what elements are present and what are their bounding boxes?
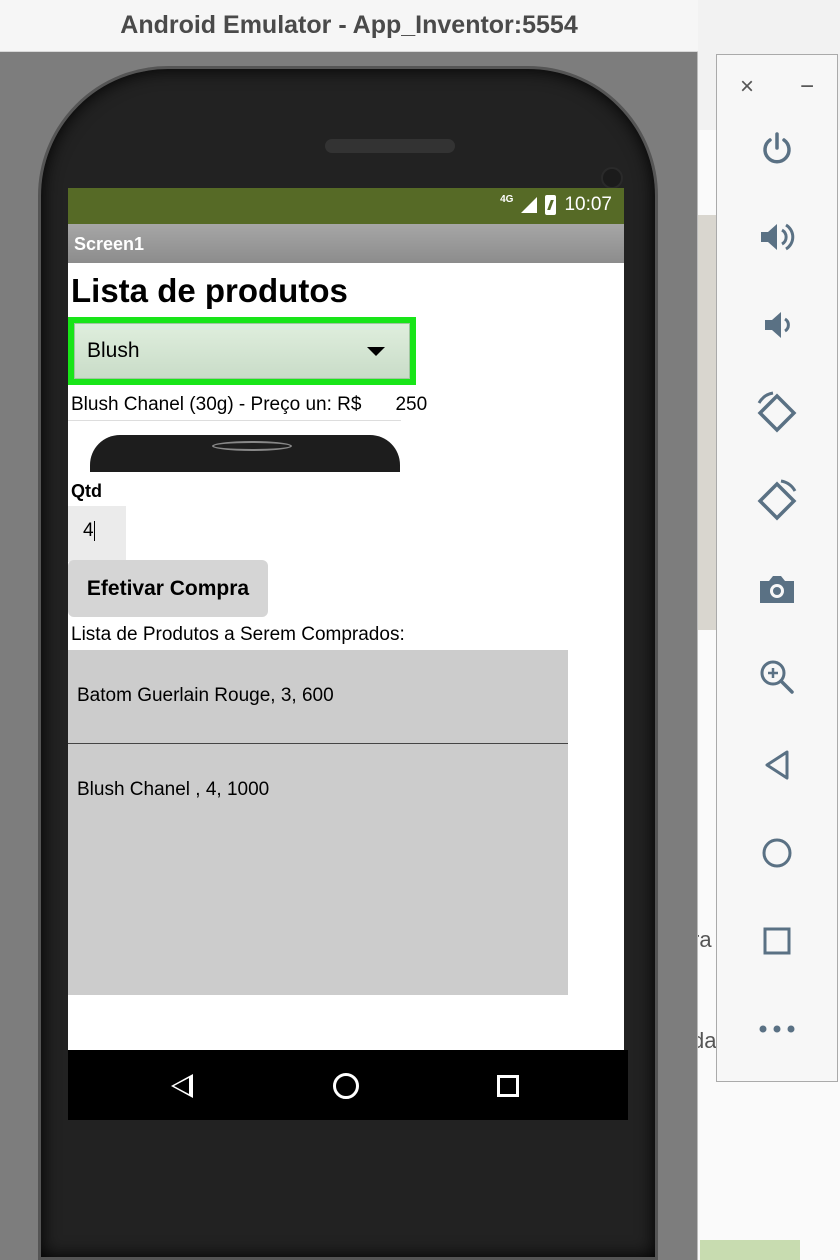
signal-icon — [521, 197, 538, 213]
rotate-left-icon[interactable] — [747, 383, 807, 443]
emulator-titlebar[interactable]: Android Emulator - App_Inventor:5554 — [0, 0, 698, 52]
status-time: 10:07 — [564, 194, 612, 215]
caret-down-icon — [367, 346, 385, 356]
quantity-input[interactable]: 4 — [68, 506, 126, 562]
emulator-toolbar: × − — [716, 54, 838, 1082]
list-item[interactable]: Batom Guerlain Rouge, 3, 600 — [68, 650, 568, 744]
phone-screen: 4G 10:07 Screen1 Lista de produtos Blush… — [68, 188, 624, 1050]
close-icon[interactable]: × — [740, 73, 754, 101]
power-icon[interactable] — [747, 119, 807, 179]
nav-back-icon[interactable] — [171, 1074, 193, 1098]
back-icon[interactable] — [747, 735, 807, 795]
status-bar: 4G 10:07 — [68, 188, 624, 224]
product-info: Blush Chanel (30g) - Preço un: R$ 250 — [71, 394, 427, 416]
page-title: Lista de produtos — [71, 272, 348, 309]
quantity-value: 4 — [83, 520, 94, 541]
screen-title: Screen1 — [74, 234, 145, 254]
quantity-label: Qtd — [71, 481, 102, 501]
network-type: 4G — [500, 193, 514, 205]
rotate-right-icon[interactable] — [747, 471, 807, 531]
app-titlebar: Screen1 — [68, 224, 624, 263]
list-item[interactable]: Blush Chanel , 4, 1000 — [68, 744, 568, 838]
text-cursor — [93, 520, 95, 541]
compact-logo — [212, 441, 292, 451]
product-info-label: Blush Chanel (30g) - Preço un: R$ — [71, 394, 362, 415]
more-icon[interactable] — [747, 999, 807, 1059]
product-price: 250 — [395, 394, 428, 415]
overview-icon[interactable] — [747, 911, 807, 971]
spinner-selected-value: Blush — [87, 339, 140, 362]
product-spinner[interactable]: Blush — [68, 317, 416, 385]
nav-home-icon[interactable] — [333, 1073, 359, 1099]
blush-compact-image — [90, 435, 400, 472]
emulator-window: Android Emulator - App_Inventor:5554 4G … — [0, 0, 698, 1260]
product-image — [68, 420, 401, 472]
purchase-list[interactable]: Batom Guerlain Rouge, 3, 600 Blush Chane… — [68, 650, 568, 995]
volume-down-icon[interactable] — [747, 295, 807, 355]
list-title: Lista de Produtos a Serem Comprados: — [71, 624, 405, 645]
nav-recent-icon[interactable] — [497, 1075, 519, 1097]
buy-button[interactable]: Efetivar Compra — [68, 560, 268, 617]
camera-icon[interactable] — [747, 559, 807, 619]
home-icon[interactable] — [747, 823, 807, 883]
zoom-icon[interactable] — [747, 647, 807, 707]
battery-icon — [545, 195, 557, 215]
minimize-icon[interactable]: − — [800, 73, 814, 101]
emulator-title: Android Emulator - App_Inventor:5554 — [120, 11, 578, 39]
android-navbar — [68, 1050, 628, 1120]
background-green-strip — [700, 1240, 800, 1260]
phone-speaker — [325, 139, 455, 153]
phone-camera — [601, 167, 623, 189]
volume-up-icon[interactable] — [747, 207, 807, 267]
